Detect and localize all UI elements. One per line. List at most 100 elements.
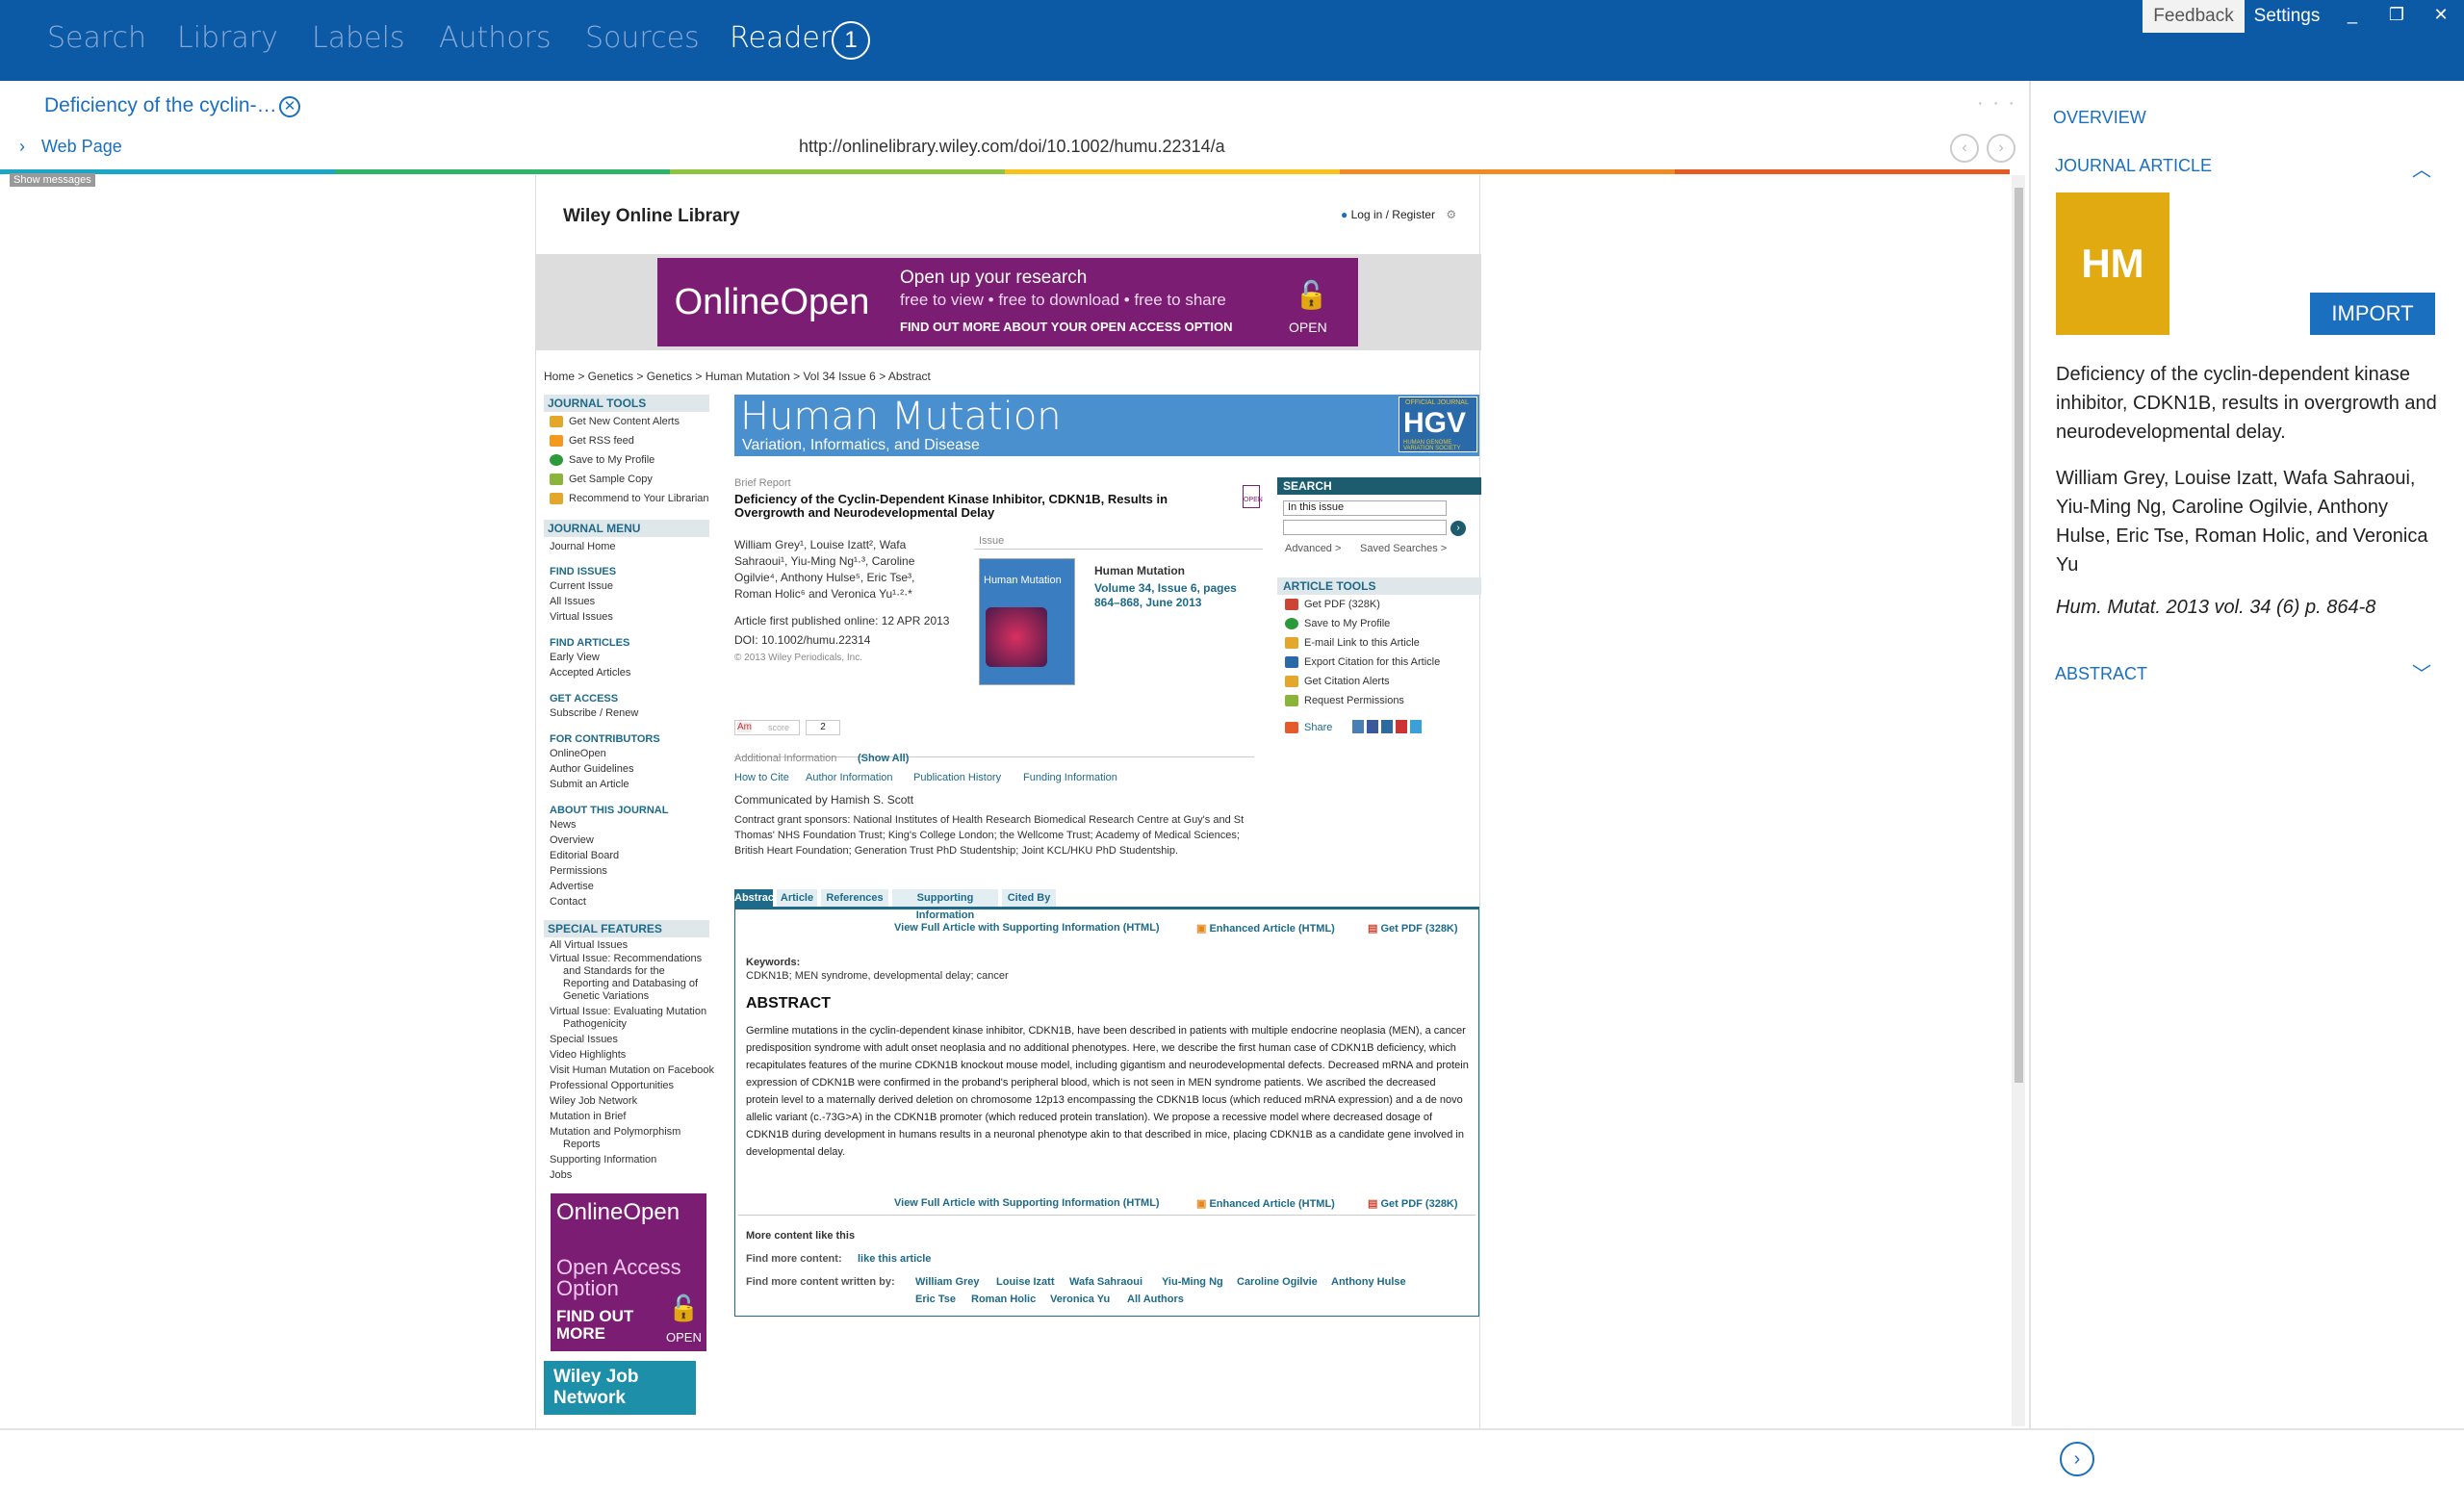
menu-link[interactable]: Submit an Article (550, 779, 629, 790)
journal-article-heading[interactable]: JOURNAL ARTICLE (2055, 156, 2212, 176)
menu-link[interactable]: Virtual Issues (550, 611, 613, 623)
menu-link[interactable]: Current Issue (550, 580, 613, 592)
scrollbar-thumb[interactable] (2015, 188, 2023, 1083)
abstract-heading-panel[interactable]: ABSTRACT (2055, 664, 2147, 684)
feature-link[interactable]: Visit Human Mutation on Facebook (550, 1064, 714, 1076)
feature-link[interactable]: Video Highlights (550, 1049, 626, 1061)
url-field[interactable]: http://onlinelibrary.wiley.com/doi/10.10… (799, 137, 1225, 157)
advanced-search-link[interactable]: Advanced > (1285, 543, 1341, 554)
feature-link[interactable]: Reports (563, 1139, 601, 1150)
online-open-promo[interactable]: OnlineOpen Open Access Option FIND OUT M… (551, 1193, 706, 1351)
all-authors-link[interactable]: All Authors (1127, 1294, 1184, 1305)
chevron-right-icon[interactable]: › (19, 137, 25, 157)
feature-link[interactable]: Jobs (550, 1169, 572, 1181)
feature-link[interactable]: Special Issues (550, 1034, 618, 1045)
nav-search[interactable]: Search (47, 21, 146, 55)
nav-authors[interactable]: Authors (439, 21, 552, 55)
view-full-article-link-2[interactable]: View Full Article with Supporting Inform… (894, 1197, 1160, 1209)
minimize-button[interactable]: _ (2333, 0, 2372, 33)
restore-button[interactable]: ❐ (2377, 0, 2416, 33)
list-icon[interactable] (1352, 720, 1364, 733)
journal-cover-image[interactable]: Human Mutation (979, 558, 1075, 685)
tab-article[interactable]: Article (777, 889, 817, 907)
show-messages-button[interactable]: Show messages (10, 173, 95, 187)
nav-reader[interactable]: Reader (730, 21, 832, 55)
close-tab-icon[interactable]: ✕ (279, 96, 300, 117)
enhanced-article-link[interactable]: ▣ Enhanced Article (HTML) (1196, 922, 1335, 935)
menu-link[interactable]: Early View (550, 652, 600, 663)
export-citation-tool[interactable]: Export Citation for this Article (1304, 656, 1440, 668)
feature-link[interactable]: All Virtual Issues (550, 939, 628, 951)
delicious-icon[interactable] (1381, 720, 1393, 733)
citation-alerts-tool[interactable]: Get Citation Alerts (1304, 676, 1390, 687)
menu-link[interactable]: News (550, 819, 577, 831)
funding-link[interactable]: Funding Information (1023, 772, 1117, 783)
get-pdf-link[interactable]: ▤ Get PDF (328K) (1368, 922, 1458, 935)
feature-link[interactable]: Professional Opportunities (550, 1080, 674, 1091)
show-all-link[interactable]: (Show All) (858, 753, 909, 764)
menu-link[interactable]: Subscribe / Renew (550, 707, 638, 719)
feature-link[interactable]: Mutation and Polymorphism (550, 1126, 680, 1138)
nav-library[interactable]: Library (177, 21, 278, 55)
web-page-toggle[interactable]: Web Page (41, 137, 122, 157)
search-scope-select[interactable]: In this issue (1283, 500, 1447, 516)
author-link[interactable]: Anthony Hulse (1331, 1276, 1406, 1288)
document-tab[interactable]: Deficiency of the cyclin-… (44, 94, 277, 117)
saved-searches-link[interactable]: Saved Searches > (1360, 543, 1447, 554)
back-arrow-icon[interactable]: ‹ (1950, 134, 1979, 163)
journal-banner[interactable]: Human Mutation Variation, Informatics, a… (734, 395, 1479, 456)
tab-cited-by[interactable]: Cited By (1002, 889, 1056, 907)
menu-link[interactable]: Contact (550, 896, 586, 908)
menu-link[interactable]: Editorial Board (550, 850, 619, 861)
digg-icon[interactable] (1396, 720, 1407, 733)
menu-link[interactable]: Permissions (550, 865, 607, 877)
settings-button[interactable]: Settings (2252, 0, 2322, 33)
how-to-cite-link[interactable]: How to Cite (734, 772, 789, 783)
issue-link[interactable]: Volume 34, Issue 6, pages 864–868, June … (1094, 581, 1258, 610)
nav-labels[interactable]: Labels (312, 21, 405, 55)
login-link[interactable]: ● Log in / Register ⚙ (1341, 208, 1456, 221)
feature-link[interactable]: Genetic Variations (563, 990, 649, 1002)
close-window-button[interactable]: ✕ (2422, 0, 2460, 33)
feature-link[interactable]: Mutation in Brief (550, 1111, 626, 1122)
search-go-icon[interactable]: › (1450, 521, 1466, 536)
menu-link[interactable]: Accepted Articles (550, 667, 630, 679)
save-profile-tool[interactable]: Save to My Profile (1304, 618, 1390, 629)
author-link[interactable]: Veronica Yu (1050, 1294, 1110, 1305)
feature-link[interactable]: Pathogenicity (563, 1018, 627, 1030)
author-link[interactable]: Wafa Sahraoui (1069, 1276, 1142, 1288)
pub-history-link[interactable]: Publication History (913, 772, 1001, 783)
feature-link[interactable]: Supporting Information (550, 1154, 656, 1166)
journal-home-link[interactable]: Journal Home (550, 541, 615, 552)
tab-abstract[interactable]: Abstract (734, 889, 778, 907)
forward-arrow-icon[interactable]: › (1987, 134, 2015, 163)
author-link[interactable]: Eric Tse (915, 1294, 956, 1305)
tool-item[interactable]: Get RSS feed (550, 435, 634, 448)
author-info-link[interactable]: Author Information (806, 772, 893, 783)
tab-supporting-info[interactable]: Supporting Information (892, 889, 998, 921)
wiley-job-network-promo[interactable]: Wiley Job Network (544, 1361, 696, 1415)
author-link[interactable]: Roman Holic (971, 1294, 1036, 1305)
tool-item[interactable]: Save to My Profile (550, 454, 654, 467)
menu-link[interactable]: Author Guidelines (550, 763, 633, 775)
feedback-button[interactable]: Feedback (2143, 0, 2245, 33)
overview-heading[interactable]: OVERVIEW (2053, 108, 2146, 128)
tab-references[interactable]: References (821, 889, 888, 907)
chevron-down-icon[interactable]: ﹀ (2412, 658, 2431, 686)
view-full-article-link[interactable]: View Full Article with Supporting Inform… (894, 922, 1160, 934)
menu-link[interactable]: Overview (550, 834, 594, 846)
tool-item[interactable]: Get Sample Copy (550, 474, 653, 486)
breadcrumb[interactable]: Home > Genetics > Genetics > Human Mutat… (544, 370, 931, 383)
tool-item[interactable]: Recommend to Your Librarian (550, 493, 709, 505)
import-button[interactable]: IMPORT (2310, 293, 2435, 335)
feature-link[interactable]: Virtual Issue: Recommendations (550, 953, 702, 964)
facebook-icon[interactable] (1367, 720, 1378, 733)
menu-link[interactable]: Advertise (550, 881, 594, 892)
altmetric-badge[interactable]: Am score (734, 720, 800, 735)
menu-link[interactable]: All Issues (550, 596, 595, 607)
menu-link[interactable]: OnlineOpen (550, 748, 606, 759)
author-link[interactable]: Caroline Ogilvie (1237, 1276, 1318, 1288)
next-arrow-icon[interactable]: › (2060, 1442, 2094, 1476)
site-logo[interactable]: Wiley Online Library (563, 206, 740, 227)
search-input[interactable] (1283, 520, 1447, 535)
